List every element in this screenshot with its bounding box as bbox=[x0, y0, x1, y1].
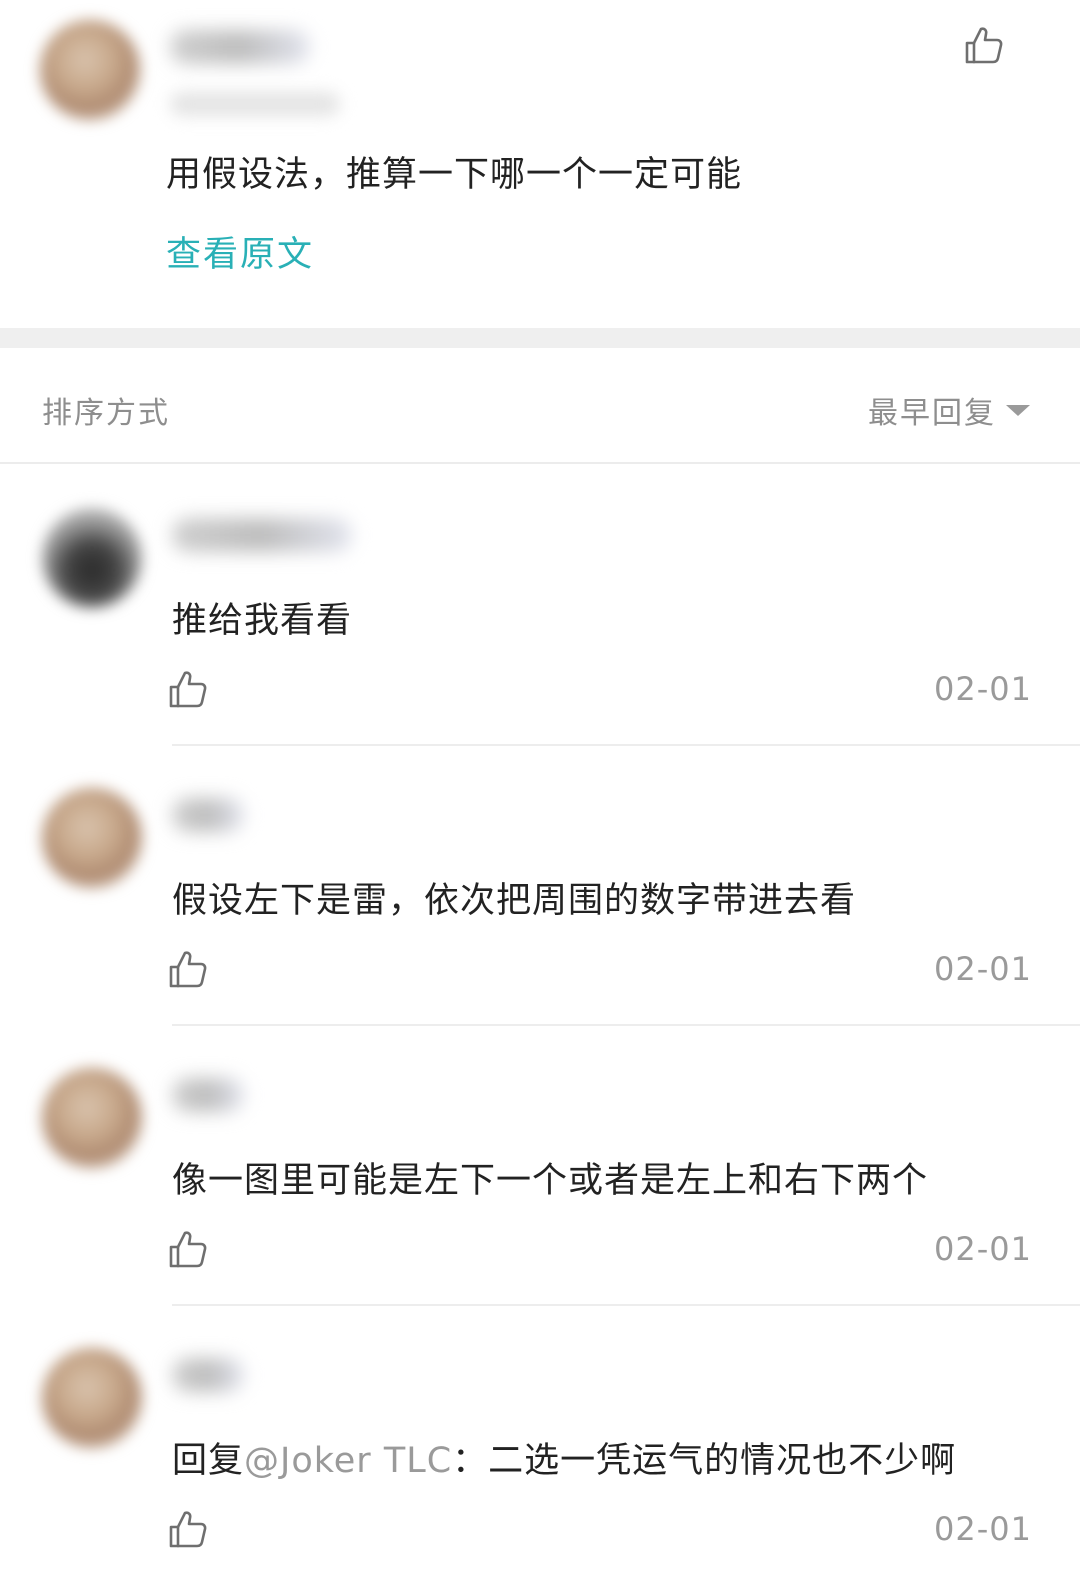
commenter-name[interactable] bbox=[172, 1078, 244, 1112]
comment-thumbs-up-icon[interactable] bbox=[166, 1228, 208, 1270]
comment-date: 02-01 bbox=[934, 670, 1032, 708]
comment-thumbs-up-icon[interactable] bbox=[166, 948, 208, 990]
reply-body: ：二选一凭运气的情况也不少啊 bbox=[452, 1441, 957, 1481]
commenter-name[interactable] bbox=[172, 798, 244, 832]
divider bbox=[0, 462, 1080, 464]
commenter-avatar[interactable] bbox=[42, 1348, 142, 1448]
commenter-name[interactable] bbox=[172, 518, 352, 552]
post-meta bbox=[170, 92, 340, 116]
post-author-name[interactable] bbox=[170, 30, 310, 64]
original-post: 用假设法，推算一下哪一个一定可能 查看原文 bbox=[0, 0, 1080, 328]
mention-link[interactable]: @Joker TLC bbox=[244, 1441, 452, 1481]
comment-item: 假设左下是雷，依次把周围的数字带进去看 02-01 bbox=[0, 746, 1080, 1026]
sort-label: 排序方式 bbox=[42, 396, 170, 431]
comment-date: 02-01 bbox=[934, 1230, 1032, 1268]
commenter-avatar[interactable] bbox=[42, 1068, 142, 1168]
sort-value: 最早回复 bbox=[868, 396, 996, 431]
section-separator bbox=[0, 328, 1080, 348]
comment-item: 推给我看看 02-01 bbox=[0, 466, 1080, 746]
commenter-name[interactable] bbox=[172, 1358, 244, 1392]
commenter-avatar[interactable] bbox=[42, 788, 142, 888]
view-original-link[interactable]: 查看原文 bbox=[166, 226, 314, 277]
comment-text: 回复@Joker TLC：二选一凭运气的情况也不少啊 bbox=[172, 1432, 956, 1483]
comment-text: 假设左下是雷，依次把周围的数字带进去看 bbox=[172, 881, 857, 921]
sort-bar: 排序方式 最早回复 bbox=[0, 348, 1080, 464]
comment-thread-page: 用假设法，推算一下哪一个一定可能 查看原文 排序方式 最早回复 推给我看看 02… bbox=[0, 0, 1080, 1578]
comment-date: 02-01 bbox=[934, 950, 1032, 988]
post-text: 用假设法，推算一下哪一个一定可能 bbox=[166, 155, 743, 195]
comment-text: 像一图里可能是左下一个或者是左上和右下两个 bbox=[172, 1161, 929, 1201]
reply-prefix: 回复 bbox=[172, 1441, 245, 1481]
post-thumbs-up-icon[interactable] bbox=[962, 24, 1004, 66]
comment-date: 02-01 bbox=[934, 1510, 1032, 1548]
caret-down-icon bbox=[1006, 404, 1030, 416]
comment-text: 推给我看看 bbox=[172, 601, 353, 641]
sort-dropdown[interactable]: 最早回复 bbox=[868, 388, 1030, 432]
commenter-avatar[interactable] bbox=[42, 508, 142, 608]
comment-item: 像一图里可能是左下一个或者是左上和右下两个 02-01 bbox=[0, 1026, 1080, 1306]
comment-item: 回复@Joker TLC：二选一凭运气的情况也不少啊 02-01 bbox=[0, 1306, 1080, 1578]
comment-thumbs-up-icon[interactable] bbox=[166, 1508, 208, 1550]
post-author-avatar[interactable] bbox=[40, 20, 140, 120]
comment-thumbs-up-icon[interactable] bbox=[166, 668, 208, 710]
